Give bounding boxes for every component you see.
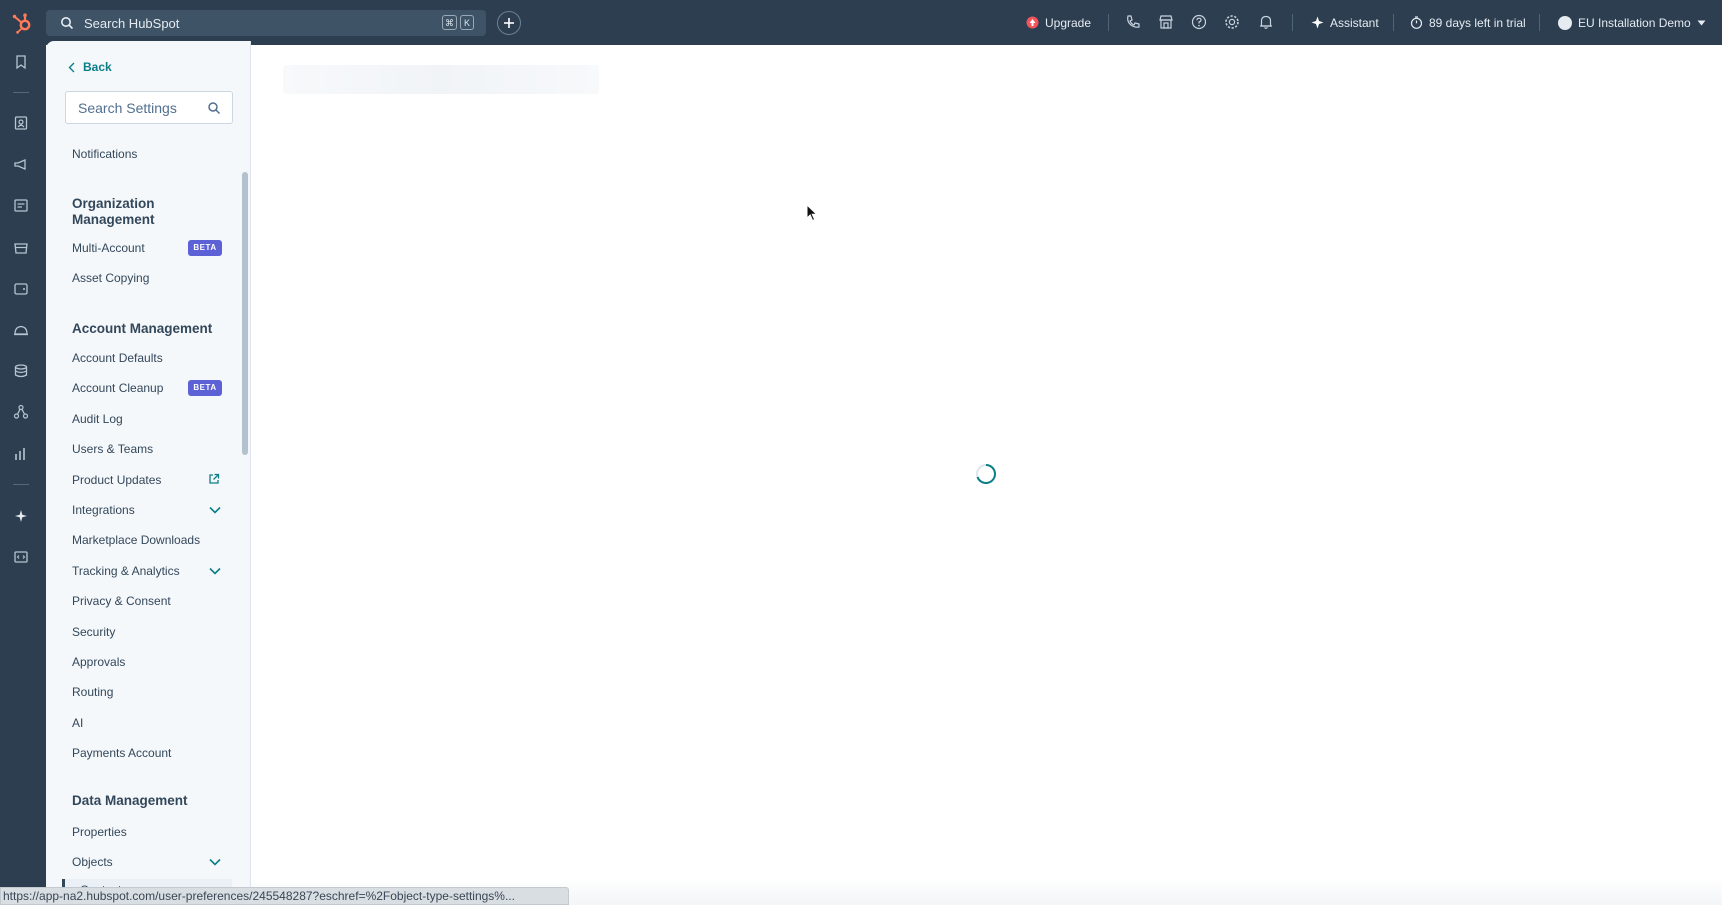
nav-item-multi-account[interactable]: Multi-Account bbox=[72, 241, 145, 255]
back-link[interactable]: Back bbox=[68, 60, 112, 74]
settings-gear-icon[interactable] bbox=[1223, 13, 1241, 31]
nav-item-users-teams[interactable]: Users & Teams bbox=[72, 442, 153, 456]
nav-item-objects[interactable]: Objects bbox=[72, 855, 113, 869]
nav-item-marketplace-downloads[interactable]: Marketplace Downloads bbox=[72, 533, 200, 547]
notifications-bell-icon[interactable] bbox=[1257, 13, 1275, 31]
loading-spinner-icon bbox=[976, 464, 996, 484]
bookmark-icon[interactable] bbox=[12, 53, 30, 71]
marketing-megaphone-icon[interactable] bbox=[12, 155, 30, 173]
assistant-label: Assistant bbox=[1330, 15, 1379, 30]
create-new-button[interactable] bbox=[497, 11, 521, 35]
reports-chart-icon[interactable] bbox=[12, 445, 30, 463]
nav-item-integrations[interactable]: Integrations bbox=[72, 503, 135, 517]
global-search-placeholder: Search HubSpot bbox=[84, 15, 180, 31]
back-label: Back bbox=[83, 60, 112, 74]
settings-search-input[interactable]: Search Settings bbox=[65, 91, 233, 124]
search-icon bbox=[61, 17, 74, 30]
breeze-ai-icon[interactable] bbox=[12, 507, 30, 525]
service-icon[interactable] bbox=[12, 321, 30, 339]
wallet-icon[interactable] bbox=[12, 279, 30, 297]
section-heading-organization-management: Organization Management bbox=[72, 196, 155, 227]
chevron-down-icon[interactable] bbox=[208, 855, 222, 869]
upgrade-label: Upgrade bbox=[1045, 15, 1092, 30]
trial-status-button[interactable]: 89 days left in trial bbox=[1410, 0, 1526, 45]
command-key: ⌘ bbox=[442, 15, 457, 30]
keyboard-shortcut: ⌘ K bbox=[442, 15, 474, 30]
divider bbox=[1539, 14, 1540, 31]
divider bbox=[13, 92, 29, 93]
nav-item-privacy-consent[interactable]: Privacy & Consent bbox=[72, 594, 171, 608]
nav-item-account-cleanup[interactable]: Account Cleanup bbox=[72, 381, 163, 395]
divider bbox=[1108, 14, 1109, 31]
nav-item-asset-copying[interactable]: Asset Copying bbox=[72, 271, 149, 285]
nav-item-properties[interactable]: Properties bbox=[72, 825, 127, 839]
account-avatar bbox=[1558, 15, 1572, 30]
mouse-cursor-icon bbox=[806, 204, 818, 222]
help-icon[interactable] bbox=[1190, 13, 1208, 31]
commerce-icon[interactable] bbox=[12, 238, 30, 256]
account-menu[interactable]: EU Installation Demo bbox=[1558, 0, 1706, 45]
chevron-left-icon bbox=[68, 62, 75, 72]
nav-item-payments-account[interactable]: Payments Account bbox=[72, 746, 171, 760]
left-navigation-rail bbox=[0, 45, 46, 905]
upgrade-icon bbox=[1026, 16, 1039, 29]
divider bbox=[13, 484, 29, 485]
settings-sidebar: Back Search Settings Notifications Organ… bbox=[46, 41, 251, 905]
chevron-down-icon[interactable] bbox=[208, 503, 222, 517]
nav-item-account-defaults[interactable]: Account Defaults bbox=[72, 351, 163, 365]
settings-search-placeholder: Search Settings bbox=[78, 99, 177, 116]
stopwatch-icon bbox=[1410, 16, 1423, 29]
loading-skeleton bbox=[283, 65, 599, 94]
trial-days-label: 89 days left in trial bbox=[1429, 15, 1526, 30]
marketplace-icon[interactable] bbox=[1157, 13, 1175, 31]
nav-item-product-updates[interactable]: Product Updates bbox=[72, 473, 161, 487]
database-icon[interactable] bbox=[12, 362, 30, 380]
nav-item-notifications[interactable]: Notifications bbox=[72, 147, 137, 161]
nav-item-ai[interactable]: AI bbox=[72, 716, 83, 730]
k-key: K bbox=[460, 15, 474, 30]
assistant-button[interactable]: Assistant bbox=[1311, 0, 1379, 45]
nav-item-approvals[interactable]: Approvals bbox=[72, 655, 125, 669]
upgrade-button[interactable]: Upgrade bbox=[1026, 0, 1091, 45]
nav-item-routing[interactable]: Routing bbox=[72, 685, 113, 699]
contacts-icon[interactable] bbox=[12, 114, 30, 132]
plus-icon bbox=[504, 18, 514, 28]
top-navigation-bar: Search HubSpot ⌘ K Upgrade Assistant 89 … bbox=[0, 0, 1722, 45]
section-heading-account-management: Account Management bbox=[72, 321, 213, 336]
account-name-label: EU Installation Demo bbox=[1578, 15, 1691, 30]
sidebar-scrollbar[interactable] bbox=[242, 172, 248, 455]
divider bbox=[1292, 14, 1293, 31]
search-icon bbox=[208, 102, 221, 115]
content-icon[interactable] bbox=[12, 196, 30, 214]
sparkle-icon bbox=[1311, 16, 1324, 29]
nav-item-tracking-analytics[interactable]: Tracking & Analytics bbox=[72, 564, 180, 578]
automation-icon[interactable] bbox=[12, 403, 30, 421]
nav-item-security[interactable]: Security bbox=[72, 625, 115, 639]
hubspot-logo-icon[interactable] bbox=[10, 11, 34, 35]
beta-badge: BETA bbox=[188, 380, 222, 396]
beta-badge: BETA bbox=[188, 240, 222, 256]
developer-code-icon[interactable] bbox=[12, 548, 30, 566]
global-search-input[interactable]: Search HubSpot ⌘ K bbox=[46, 10, 486, 36]
chevron-down-icon[interactable] bbox=[208, 564, 222, 578]
divider bbox=[1393, 14, 1394, 31]
browser-status-url: https://app-na2.hubspot.com/user-prefere… bbox=[0, 887, 569, 905]
section-heading-data-management: Data Management bbox=[72, 793, 188, 808]
phone-icon[interactable] bbox=[1124, 13, 1142, 31]
nav-item-audit-log[interactable]: Audit Log bbox=[72, 412, 123, 426]
caret-down-icon bbox=[1697, 20, 1706, 25]
external-link-icon bbox=[209, 473, 220, 484]
